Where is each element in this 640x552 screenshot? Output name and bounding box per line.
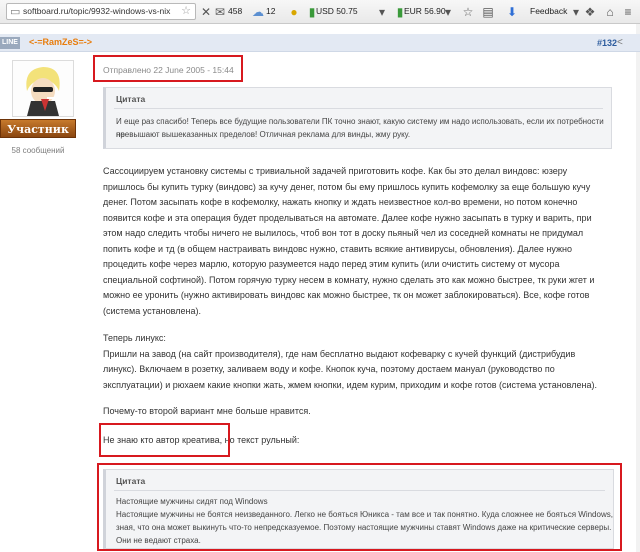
paragraph-line: попить кофе и тд (в общем настраивать ви… xyxy=(103,243,572,254)
highlight-box-date xyxy=(93,55,243,82)
download-icon[interactable]: ⬇ xyxy=(504,4,520,20)
bookmarks-icon[interactable]: ▤ xyxy=(480,4,496,20)
highlight-box-author xyxy=(99,423,230,457)
highlight-box-quote xyxy=(97,463,622,551)
paragraph-line: Теперь линукс: xyxy=(103,333,166,343)
paragraph-line: появится кофе и эта операция будет проде… xyxy=(103,212,592,223)
dropdown-icon[interactable]: ▾ xyxy=(440,4,456,20)
mail-icon[interactable]: ✉ xyxy=(212,4,228,20)
paragraph-line: эксплуатации) и рюхаем какие кнопки жать… xyxy=(103,379,597,390)
status-badge: LINE xyxy=(0,37,20,49)
usd-rate[interactable]: USD 50.75 xyxy=(316,6,358,16)
paragraph-line: Сассоциируем установку системы с тривиал… xyxy=(103,166,568,176)
url-text: softboard.ru/topic/9932-windows-vs-nix xyxy=(23,6,171,16)
paragraph-line: (система установлена). xyxy=(103,305,201,316)
quote-block: Цитата И еще раз спасибо! Теперь все буд… xyxy=(103,87,612,149)
home-icon[interactable]: ⌂ xyxy=(602,4,618,20)
quote-title: Цитата xyxy=(116,94,146,104)
address-bar[interactable]: ▭ softboard.ru/topic/9932-windows-vs-nix… xyxy=(6,3,196,20)
paragraph-line: процедить кофе через марлю, которую разу… xyxy=(103,259,560,269)
rank-badge: Участник xyxy=(0,119,76,138)
feedback-button[interactable]: Feedback xyxy=(530,6,567,16)
menu-icon[interactable]: ≡ xyxy=(620,4,636,20)
paragraph-line: специальной софтиной). Потом горячую тур… xyxy=(103,274,595,285)
paragraph-line: Почему-то второй вариант мне больше нрав… xyxy=(103,406,311,416)
browser-toolbar: ▭ softboard.ru/topic/9932-windows-vs-nix… xyxy=(0,0,640,24)
dropdown-icon[interactable]: ▾ xyxy=(374,4,390,20)
paragraph-line: пришлось бы купить турку (виндовс) за ку… xyxy=(103,181,591,192)
paragraph-line: денег. Потом засыпать кофе в кофемолку, … xyxy=(103,197,578,207)
extension-icon[interactable]: ❖ xyxy=(582,4,598,20)
weather-icon[interactable]: ☁ xyxy=(250,4,266,20)
author-name[interactable]: <-=RamZeS=-> xyxy=(29,37,92,47)
paragraph-line: можно ее уронить (нужно активировать вин… xyxy=(103,290,590,300)
weather-temp[interactable]: 12 xyxy=(266,6,275,16)
paragraph-text: , но текст рульный: xyxy=(219,435,300,445)
share-icon[interactable]: < xyxy=(617,37,623,48)
traffic-icon[interactable]: ● xyxy=(286,4,302,20)
paragraph-line: линукс). Включаем в розетку, заливаем во… xyxy=(103,364,555,374)
quote-line: превышают вышеказанных пределов! Отлична… xyxy=(116,130,411,139)
post-number-link[interactable]: #132 xyxy=(597,38,617,48)
message-count: 58 сообщений xyxy=(11,146,65,155)
paragraph-line: Пришли на завод (на сайт производителя),… xyxy=(103,348,576,359)
avatar[interactable] xyxy=(12,60,74,117)
mail-count[interactable]: 458 xyxy=(228,6,242,16)
paragraph-line: этом надо следить чтобы ничего не вылило… xyxy=(103,228,584,238)
post-header xyxy=(0,34,640,52)
bookmark-star-icon[interactable]: ☆ xyxy=(181,4,191,17)
page-icon: ▭ xyxy=(10,6,21,18)
star-icon[interactable]: ☆ xyxy=(460,4,476,20)
quote-divider xyxy=(114,108,603,109)
scrollbar[interactable] xyxy=(636,24,640,552)
